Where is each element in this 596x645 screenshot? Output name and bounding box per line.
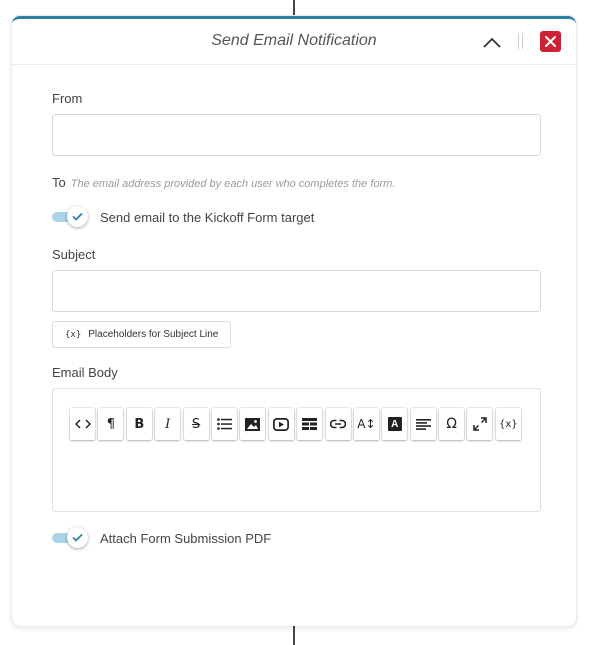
email-body-editor[interactable]: ¶ B I S A↕ A Ω {x} xyxy=(52,388,541,512)
strikethrough-button[interactable]: S xyxy=(183,408,209,440)
bulleted-list-button[interactable] xyxy=(211,408,237,440)
special-characters-icon: Ω xyxy=(446,416,457,432)
flow-connector-bottom xyxy=(293,626,295,645)
strikethrough-icon: S xyxy=(191,416,201,432)
insert-video-icon xyxy=(273,417,290,431)
editor-toolbar: ¶ B I S A↕ A Ω {x} xyxy=(70,408,524,440)
toggle-knob xyxy=(67,527,88,548)
text-color-glyph: A xyxy=(391,418,399,430)
bulleted-list-icon xyxy=(217,418,232,430)
placeholders-icon: {x} xyxy=(499,418,518,430)
email-notification-dialog: Send Email Notification From To The email… xyxy=(12,16,576,626)
close-button[interactable] xyxy=(540,31,561,52)
attach-pdf-label: Attach Form Submission PDF xyxy=(100,531,272,546)
check-icon xyxy=(72,212,83,221)
to-label-row: To The email address provided by each use… xyxy=(52,175,395,190)
chevron-up-icon xyxy=(483,37,501,48)
flow-connector-top xyxy=(293,0,295,17)
bold-icon: B xyxy=(134,416,145,432)
align-icon xyxy=(415,418,431,430)
code-view-icon xyxy=(74,419,91,429)
paragraph-button[interactable]: ¶ xyxy=(98,408,124,440)
subject-label: Subject xyxy=(52,247,96,262)
text-color-icon: A xyxy=(387,417,402,431)
italic-icon: I xyxy=(165,416,171,432)
code-view-button[interactable] xyxy=(70,408,95,440)
subject-placeholders-button[interactable]: {x} Placeholders for Subject Line xyxy=(52,321,232,348)
send-to-target-label: Send email to the Kickoff Form target xyxy=(100,210,315,225)
paragraph-icon: ¶ xyxy=(106,416,116,432)
dialog-header: Send Email Notification xyxy=(12,19,576,65)
close-icon xyxy=(545,36,556,47)
send-to-target-toggle[interactable] xyxy=(52,206,90,228)
attach-pdf-toggle[interactable] xyxy=(52,527,90,549)
collapse-button[interactable] xyxy=(480,31,504,53)
insert-link-button[interactable] xyxy=(325,408,351,440)
text-color-button[interactable]: A xyxy=(382,408,408,440)
placeholder-icon: {x} xyxy=(65,329,82,340)
fullscreen-icon xyxy=(473,417,487,431)
placeholders-button[interactable]: {x} xyxy=(495,408,521,440)
insert-image-icon xyxy=(245,417,261,431)
align-button[interactable] xyxy=(410,408,436,440)
bold-button[interactable]: B xyxy=(126,408,152,440)
from-input[interactable] xyxy=(52,114,541,156)
font-size-icon: A↕ xyxy=(357,417,376,431)
insert-table-button[interactable] xyxy=(297,408,323,440)
insert-video-button[interactable] xyxy=(268,408,294,440)
drag-handle-icon[interactable] xyxy=(518,33,523,49)
email-body-label: Email Body xyxy=(52,365,118,380)
insert-image-button[interactable] xyxy=(240,408,266,440)
to-hint: The email address provided by each user … xyxy=(70,178,396,190)
subject-placeholders-label: Placeholders for Subject Line xyxy=(88,329,219,340)
insert-table-icon xyxy=(302,418,318,430)
to-label: To xyxy=(52,175,66,190)
fullscreen-button[interactable] xyxy=(467,408,493,440)
toggle-knob xyxy=(67,206,88,227)
subject-input[interactable] xyxy=(52,270,541,312)
special-characters-button[interactable]: Ω xyxy=(439,408,465,440)
italic-button[interactable]: I xyxy=(155,408,181,440)
font-size-button[interactable]: A↕ xyxy=(353,408,379,440)
check-icon xyxy=(72,533,83,542)
insert-link-icon xyxy=(330,419,347,429)
from-label: From xyxy=(52,91,83,106)
